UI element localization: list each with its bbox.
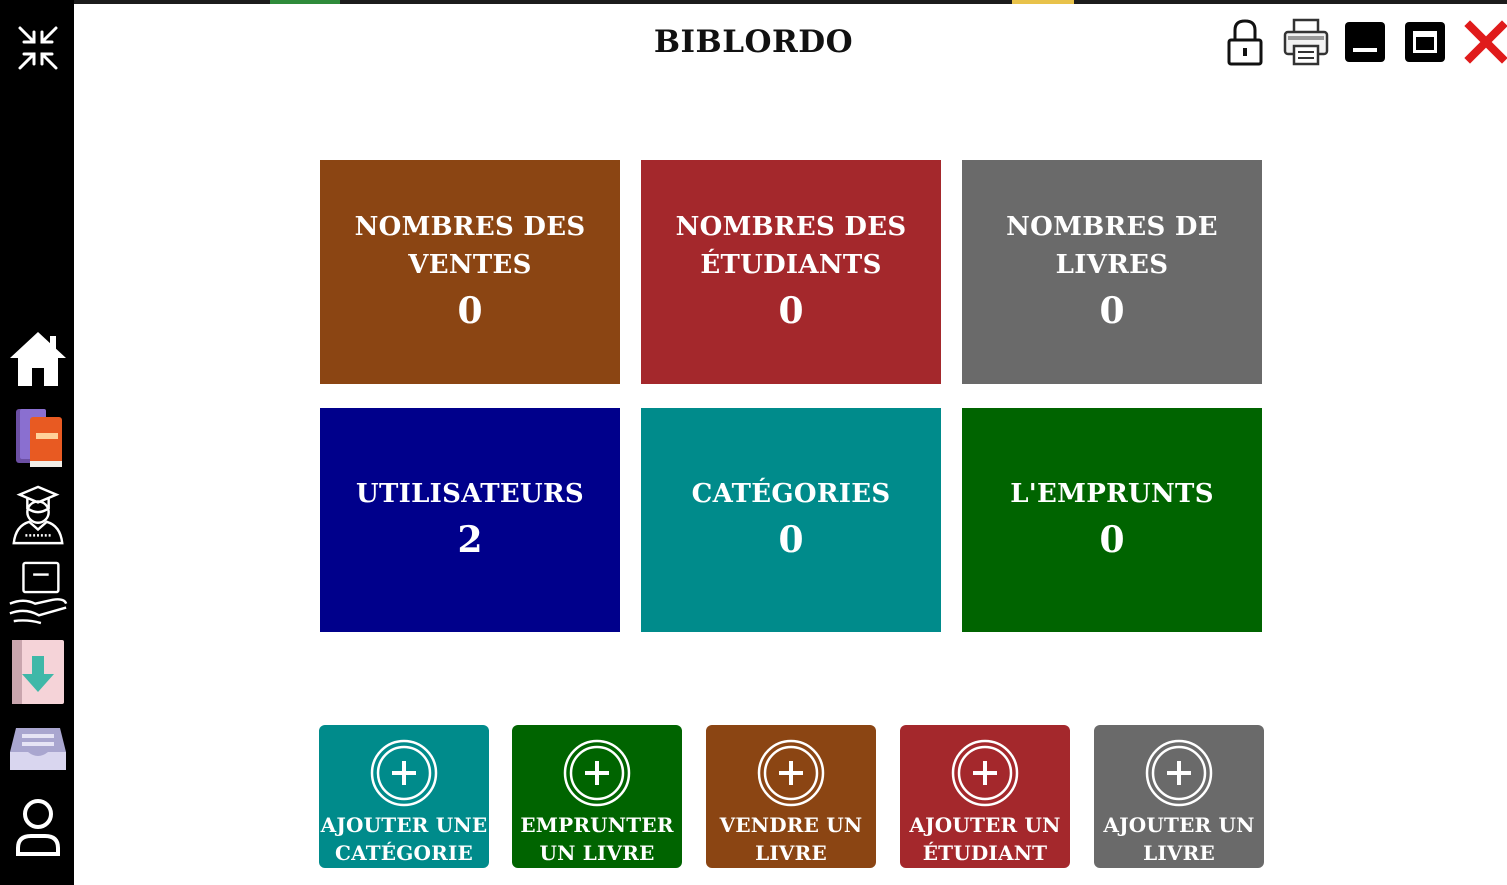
button-label: EMPRUNTER UN LIVRE	[520, 813, 674, 865]
print-button[interactable]	[1282, 18, 1330, 66]
stat-label: CATÉGORIES	[691, 479, 891, 509]
minimize-button[interactable]	[1341, 18, 1389, 66]
stat-tile-utilisateurs[interactable]: UTILISATEURS 2	[320, 408, 620, 632]
collapse-icon[interactable]	[6, 22, 70, 74]
stat-tile-ventes[interactable]: NOMBRES DES VENTES 0	[320, 160, 620, 384]
lock-icon	[1227, 19, 1263, 66]
stat-label: NOMBRES DES ÉTUDIANTS	[675, 212, 907, 280]
button-label: AJOUTER UNE CATÉGORIE	[320, 813, 488, 865]
stat-tile-emprunts[interactable]: L'EMPRUNTS 0	[962, 408, 1262, 632]
stat-label: NOMBRES DES VENTES	[354, 212, 586, 280]
button-label: AJOUTER UN LIVRE	[1103, 813, 1255, 865]
stat-value: 0	[778, 290, 804, 332]
sidebar	[0, 0, 74, 885]
plus-circle-icon	[563, 739, 631, 807]
plus-circle-icon	[951, 739, 1019, 807]
download-icon[interactable]	[6, 638, 70, 706]
borrow-book-button[interactable]: EMPRUNTER UN LIVRE	[512, 725, 682, 868]
button-label: AJOUTER UN ÉTUDIANT	[909, 813, 1061, 865]
stat-tile-categories[interactable]: CATÉGORIES 0	[641, 408, 941, 632]
sale-icon[interactable]	[6, 558, 70, 628]
add-category-button[interactable]: AJOUTER UNE CATÉGORIE	[319, 725, 489, 868]
button-label: VENDRE UN LIVRE	[719, 813, 863, 865]
books-icon[interactable]	[6, 405, 70, 471]
stat-tile-etudiants[interactable]: NOMBRES DES ÉTUDIANTS 0	[641, 160, 941, 384]
stat-value: 2	[457, 519, 483, 561]
student-icon[interactable]	[6, 482, 70, 548]
plus-circle-icon	[1145, 739, 1213, 807]
sell-book-button[interactable]: VENDRE UN LIVRE	[706, 725, 876, 868]
lock-button[interactable]	[1221, 18, 1269, 66]
printer-icon	[1283, 18, 1329, 66]
add-student-button[interactable]: AJOUTER UN ÉTUDIANT	[900, 725, 1070, 868]
stat-label: NOMBRES DE LIVRES	[1006, 212, 1218, 280]
stat-value: 0	[1099, 519, 1125, 561]
stat-value: 0	[1099, 290, 1125, 332]
maximize-button[interactable]	[1401, 18, 1449, 66]
stat-value: 0	[778, 519, 804, 561]
stat-label: L'EMPRUNTS	[1010, 479, 1214, 509]
add-book-button[interactable]: AJOUTER UN LIVRE	[1094, 725, 1264, 868]
minimize-icon	[1345, 22, 1385, 62]
close-icon	[1464, 20, 1507, 64]
stat-label: UTILISATEURS	[356, 479, 584, 509]
user-icon[interactable]	[6, 796, 70, 858]
inbox-icon[interactable]	[6, 722, 70, 774]
home-icon[interactable]	[6, 330, 70, 388]
close-button[interactable]	[1462, 18, 1507, 66]
app-title: BIBLORDO	[653, 24, 854, 60]
stat-value: 0	[457, 290, 483, 332]
top-strip	[0, 0, 1507, 4]
plus-circle-icon	[370, 739, 438, 807]
plus-circle-icon	[757, 739, 825, 807]
maximize-icon	[1405, 22, 1445, 62]
stat-tile-livres[interactable]: NOMBRES DE LIVRES 0	[962, 160, 1262, 384]
